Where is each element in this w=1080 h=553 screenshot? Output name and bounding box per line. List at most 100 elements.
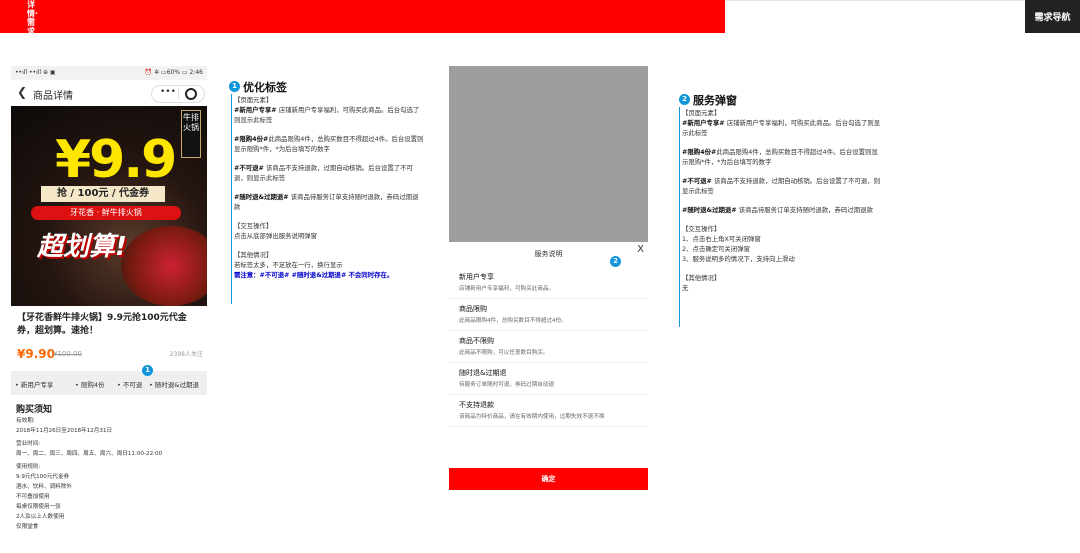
key: #随时退&过期退# [234,193,289,201]
text: 点击从底部弹出服务说明弹窗 [234,232,318,240]
phone-mockup: ••ıll ••ıll ⊕ ▣ ⏰ ✲ ▭60% ▭ 2:46 ❮ 商品详情 •… [11,66,207,553]
service-item: 商品限购 此商品限购4件，总购买数目不得超过4份。 [449,298,648,331]
service-item-title: 商品限购 [459,305,487,313]
service-item-desc: 此商品不限购，可以任意数目购买。 [459,350,549,356]
service-item-title: 不支持退款 [459,401,494,409]
notice-line: 每桌仅限使用一张 [16,504,61,510]
service-item-title: 随时退&过期退 [459,369,507,377]
close-icon[interactable]: X [637,244,644,255]
notice-line: 周一、周二、周三、周四、周五、周六、周日11:00-22:00 [16,451,163,457]
key: #限购4份# [682,148,717,156]
section2-guide-line [679,107,680,327]
text: 2、点击确定可关闭弹窗 [682,245,750,253]
para: #限购4份#此商品限购4件，总购买数目不得超过4件。后台设置则显示限购*件，*为… [234,134,424,154]
product-poster: 牛排火锅 ¥9.9 抢 / 100元 / 代金券 牙花香 · 鲜牛排火锅 超划算… [11,106,207,306]
nav-title: 商品详情 [33,91,73,102]
para: #随时退&过期退# 该商品待服务订单支持随时退款，券码过期退款 [682,205,882,215]
confirm-button[interactable]: 确定 [449,468,648,490]
purchase-notice-title: 购买须知 [16,405,53,415]
product-price: ¥9.90 [17,347,55,361]
text: 该商品待服务订单支持随时退款，券码过期退款 [738,206,873,214]
service-item-desc: 此商品限购4件，总购买数目不得超过4份。 [459,318,567,324]
page-title: 详情·需求 [27,0,39,33]
tag-limit[interactable]: • 限购4份 [75,379,105,389]
hotpot-image [121,226,207,306]
poster-price: ¥9.9 [55,130,177,190]
text: 无 [682,284,689,292]
service-item-desc: 店铺新用户专享福利，可购买此商品。 [459,286,555,292]
section2-title: 服务弹窗 [693,94,737,107]
status-bar: ••ıll ••ıll ⊕ ▣ ⏰ ✲ ▭60% ▭ 2:46 [11,66,207,80]
key: #不可退# [234,164,264,172]
label: 【交互操作】 [234,222,273,230]
service-item: 新用户专享 店铺新用户专享福利，可购买此商品。 [449,266,648,299]
service-item: 商品不限购 此商品不限购，可以任意数目购买。 [449,330,648,363]
section1-guide-line [231,94,232,304]
purchase-notice-text: 有效期: 2018年11月26日至2018年12月31日 营业时间: 周一、周二… [16,416,206,532]
text: 若标签太多，不足放在一行，换行显示 [234,261,343,269]
label: 【交互操作】 [682,225,721,233]
tags-annotation-badge: 1 [142,365,153,376]
service-item-title: 商品不限购 [459,337,494,345]
tag-refund-anytime[interactable]: • 随时退&过期退 [149,379,199,389]
poster-tag: 牛排火锅 [181,110,201,158]
mini-program-capsule: ••• [151,85,205,103]
bottom-sheet: 服务说明 X 2 新用户专享 店铺新用户专享福利，可购买此商品。 商品限购 此商… [449,242,648,490]
label: 【页面元素】 [682,109,721,117]
label: 【其他情况】 [682,274,721,282]
back-arrow-icon[interactable]: ❮ [17,85,27,99]
service-item: 随时退&过期退 待服务订单随时可退，券码过期自动退 [449,362,648,395]
label: 【页面元素】 [234,96,273,104]
close-target-icon[interactable] [185,88,197,100]
label: 【其他情况】 [234,251,273,259]
text: 3、服务说明多的情况下，支持向上滑动 [682,255,795,263]
original-price: ¥100.00 [53,350,82,358]
section2-badge: 2 [679,94,690,105]
top-bar [0,0,725,33]
notice-line: 9.9元代100元代金券 [16,474,70,480]
key: #不可退# [682,177,712,185]
para: #不可退# 该商品不支持退款，过期自动核销。后台设置了不可退，则显示此标签 [234,163,424,183]
key: #新用户专享# [234,106,277,114]
note: 需注意：#不可退# #随时退&过期退# 不会同时存在。 [234,271,394,279]
poster-brand-line: 牙花香 · 鲜牛排火锅 [31,206,181,220]
section1-title: 优化标签 [243,81,287,94]
section2-body: 【页面元素】 #新用户专享# 店铺新用户专享福利，可购买此商品。后台勾选了则显示… [682,108,882,293]
key: #随时退&过期退# [682,206,737,214]
para: #新用户专享# 店铺新用户专享福利，可购买此商品。后台勾选了则显示此标签 [234,105,424,125]
para: #随时退&过期退# 该商品待服务订单支持随时退款，券码过期退款 [234,192,424,212]
section1-body: 【页面元素】 #新用户专享# 店铺新用户专享福利，可购买此商品。后台勾选了则显示… [234,95,424,280]
service-tags-bar[interactable]: • 新用户专享 • 限购4份 • 不可退 • 随时退&过期退 [11,371,207,395]
poster-coupon: 抢 / 100元 / 代金券 [41,186,165,202]
capsule-divider [178,89,179,99]
key: #限购4份# [234,135,269,143]
para: #限购4份#此商品限购4件，总购买数目不得超过4件。后台设置则显示限购*件，*为… [682,147,882,167]
service-item-desc: 该商品为特价商品，请在有效期内使用，过期失效不退不换 [459,414,605,420]
followers-count: 2398人关注 [169,351,203,358]
section1-badge: 1 [229,81,240,92]
status-left: ••ıll ••ıll ⊕ ▣ [15,69,56,76]
para: #不可退# 该商品不支持退款，过期自动核销。后台设置了不可退，则显示此标签 [682,176,882,196]
requirement-nav-button[interactable]: 需求导航 [1025,0,1080,33]
tag-no-refund[interactable]: • 不可退 [117,379,142,389]
key: #新用户专享# [682,119,725,127]
notice-line: 2018年11月26日至2018年12月31日 [16,428,113,434]
notice-line: 有效期: [16,418,35,424]
text: 该商品不支持退款，过期自动核销。后台设置了不可退，则显示此标签 [682,177,881,195]
tag-new-user[interactable]: • 新用户专享 [15,379,53,389]
top-divider [725,0,1025,1]
notice-line: 仅限堂食 [16,524,39,530]
nav-bar: ❮ 商品详情 ••• [11,80,207,106]
poster-slogan: 超划算! [37,232,127,262]
product-title: 【牙花香鲜牛排火锅】9.9元抢100元代金券，超划算。速抢！ [17,313,187,336]
text: 1、点击右上角X可关闭弹窗 [682,235,761,243]
para: #新用户专享# 店铺新用户专享福利，可购买此商品。后台勾选了则显示此标签 [682,118,882,138]
service-modal-mockup: 服务说明 X 2 新用户专享 店铺新用户专享福利，可购买此商品。 商品限购 此商… [449,66,648,490]
service-item-desc: 待服务订单随时可退，券码过期自动退 [459,382,555,388]
service-item: 不支持退款 该商品为特价商品，请在有效期内使用，过期失效不退不换 [449,394,648,427]
notice-line: 营业时间: [16,441,41,447]
status-right: ⏰ ✲ ▭60% ▭ 2:46 [144,69,203,76]
notice-line: 使用规则: [16,464,41,470]
notice-line: 不可叠加使用 [16,494,50,500]
more-icon[interactable]: ••• [160,87,176,97]
